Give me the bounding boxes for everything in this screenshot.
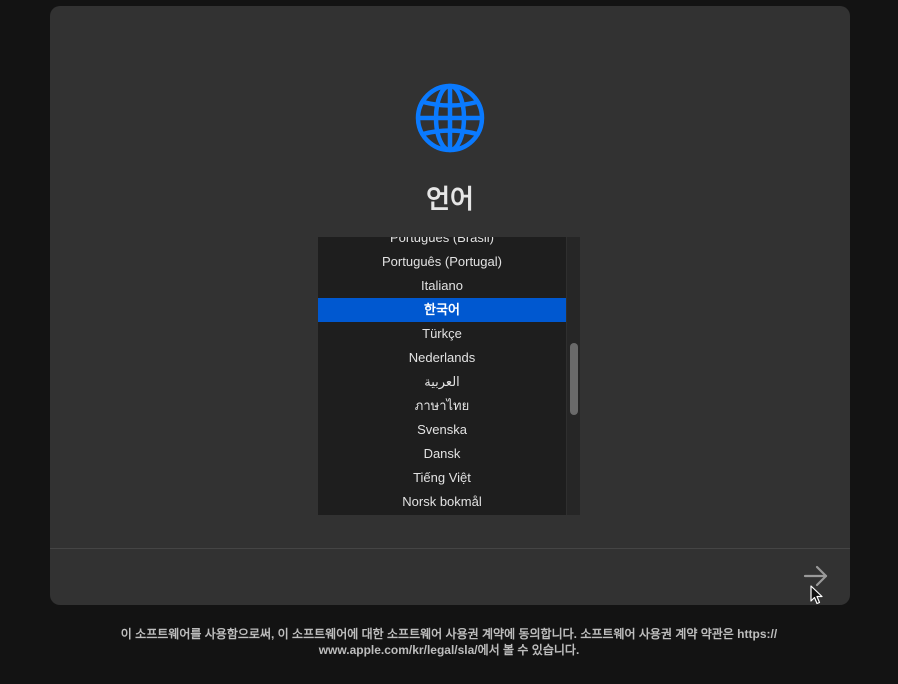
scrollbar[interactable] [566, 237, 580, 515]
language-option[interactable]: Português (Portugal) [318, 250, 566, 274]
language-option[interactable]: ภาษาไทย [318, 394, 566, 418]
globe-icon [415, 83, 485, 153]
language-option[interactable]: Norsk bokmål [318, 490, 566, 514]
arrow-right-icon [803, 565, 828, 587]
language-option[interactable]: 한국어 [318, 298, 566, 322]
language-option[interactable]: العربية [318, 370, 566, 394]
scrollbar-thumb[interactable] [570, 343, 578, 415]
license-text: 이 소프트웨어를 사용함으로써, 이 소프트웨어에 대한 소프트웨어 사용권 계… [0, 626, 898, 658]
language-panel: 언어 Português (Brasil) Português (Portugal… [50, 6, 850, 605]
language-option[interactable]: Nederlands [318, 346, 566, 370]
license-line-1: 이 소프트웨어를 사용함으로써, 이 소프트웨어에 대한 소프트웨어 사용권 계… [120, 627, 778, 641]
language-option[interactable]: Italiano [318, 274, 566, 298]
language-option[interactable]: Svenska [318, 418, 566, 442]
language-option[interactable]: Português (Brasil) [318, 237, 566, 250]
language-option[interactable]: Dansk [318, 442, 566, 466]
language-option[interactable]: Türkçe [318, 322, 566, 346]
language-option[interactable]: Tiếng Việt [318, 466, 566, 490]
language-list-items: Português (Brasil) Português (Portugal) It… [318, 237, 566, 514]
license-line-2: www.apple.com/kr/legal/sla/에서 볼 수 있습니다. [318, 643, 580, 657]
footer-divider [50, 548, 850, 549]
page-title: 언어 [426, 184, 474, 214]
mouse-pointer-icon [810, 585, 823, 605]
language-list[interactable]: Português (Brasil) Português (Portugal) It… [318, 237, 580, 515]
